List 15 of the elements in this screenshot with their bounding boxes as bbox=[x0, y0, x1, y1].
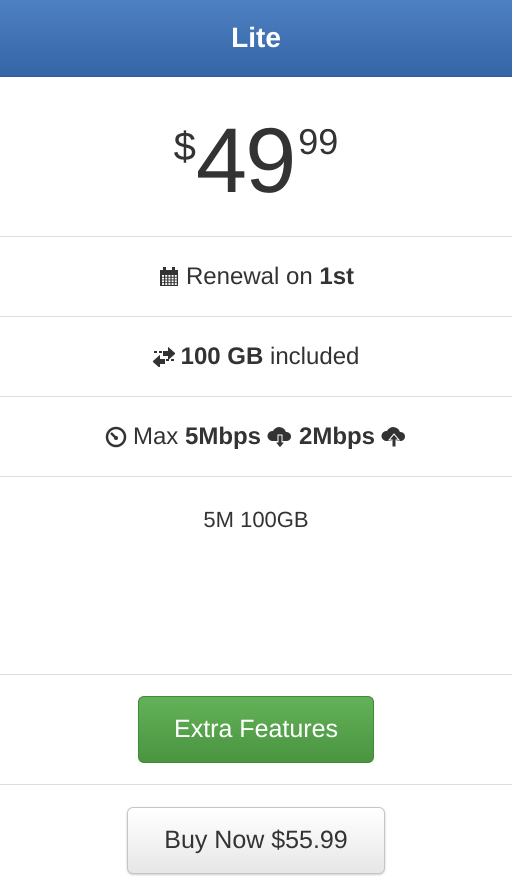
exchange-arrows-icon bbox=[152, 346, 175, 366]
feature-text: 100 GB included bbox=[180, 342, 360, 370]
price-amount: 49 bbox=[196, 115, 294, 207]
cloud-download-icon bbox=[267, 424, 293, 448]
gauge-icon bbox=[104, 426, 127, 448]
feature-text: 2Mbps bbox=[299, 422, 376, 450]
feature-text: Renewal on 1st bbox=[186, 262, 354, 290]
price-cents: 99 bbox=[298, 121, 338, 163]
buy-button[interactable]: Buy Now $55.99 bbox=[127, 807, 385, 874]
cloud-upload-icon bbox=[381, 424, 408, 448]
plan-title: Lite bbox=[231, 22, 281, 54]
currency-symbol: $ bbox=[174, 125, 196, 170]
calendar-icon bbox=[158, 266, 180, 288]
feature-text: Max 5Mbps bbox=[132, 422, 261, 450]
plan-description: 5M 100GB bbox=[203, 507, 309, 534]
